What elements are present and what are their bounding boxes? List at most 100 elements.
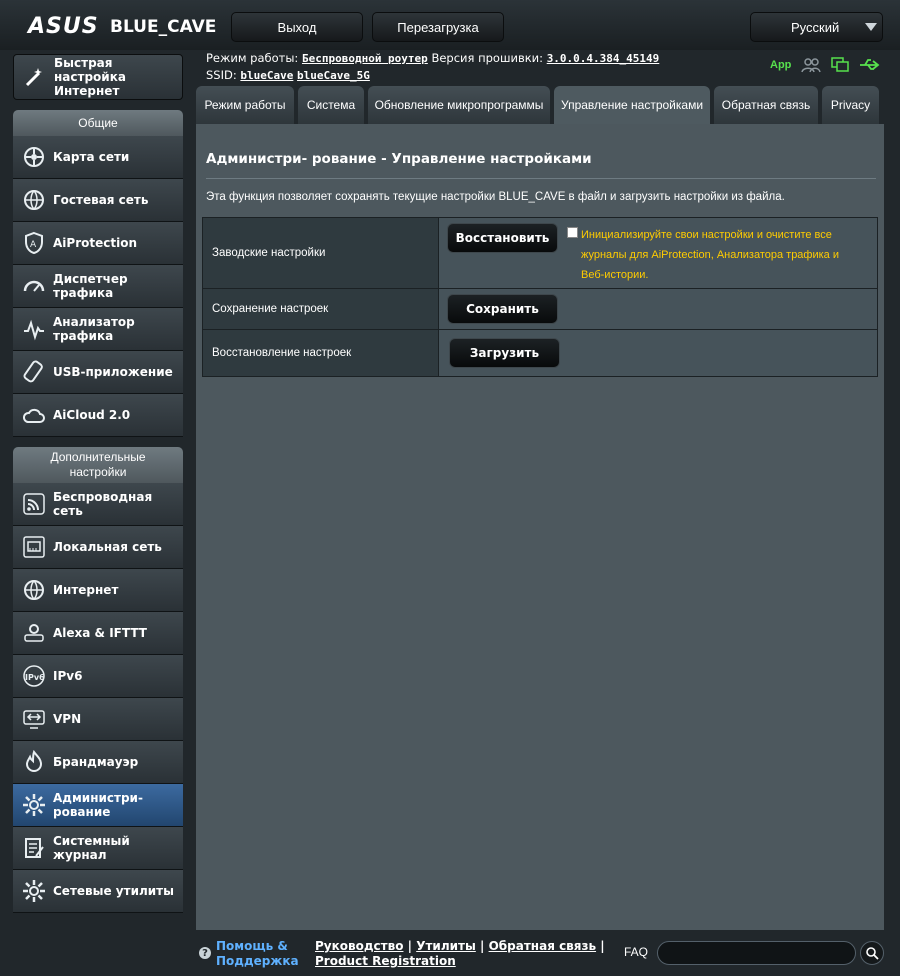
page-description: Эта функция позволяет сохранять текущие … [206, 191, 785, 203]
globe-icon [20, 576, 48, 604]
top-bar: ASUS BLUE_CAVE Выход Перезагрузка Русски… [0, 0, 900, 50]
tab-settings-management[interactable]: Управление настройками [554, 86, 710, 124]
footer-links: Руководство | Утилиты | Обратная связь |… [315, 939, 605, 968]
gauge-icon [20, 272, 48, 300]
tab-system[interactable]: Система [298, 86, 364, 124]
gear-icon [20, 791, 48, 819]
sidebar-item-usb[interactable]: USB-приложение [13, 351, 183, 394]
firmware-label: Версия прошивки: [431, 51, 544, 65]
sidebar-item-tools[interactable]: Сетевые утилиты [13, 870, 183, 913]
language-value: Русский [791, 20, 840, 35]
network-map-icon [20, 143, 48, 171]
sidebar-item-label: AiCloud 2.0 [53, 408, 131, 422]
search-button[interactable] [860, 941, 884, 965]
save-button[interactable]: Сохранить [447, 294, 558, 324]
sidebar-item-network-map[interactable]: Карта сети [13, 136, 183, 179]
settings-table: Заводские настройки Восстановить Инициал… [202, 217, 878, 377]
sidebar-item-quick-setup[interactable]: Быстрая настройка Интернет [13, 54, 183, 100]
wand-icon [21, 63, 49, 91]
upload-button[interactable]: Загрузить [449, 338, 560, 368]
help-icon: ? [199, 947, 211, 959]
sidebar-item-label: Карта сети [53, 150, 130, 164]
traffic-analyzer-icon [20, 315, 48, 343]
firmware-link[interactable]: 3.0.0.4.384_45149 [547, 52, 660, 65]
sidebar-item-label: Беспроводная сеть [53, 490, 153, 518]
sidebar-item-label: Гостевая сеть [53, 193, 149, 207]
mode-link[interactable]: Беспроводной роутер [302, 52, 428, 65]
sidebar-item-alexa[interactable]: Alexa & IFTTT [13, 612, 183, 655]
sidebar-item-cloud[interactable]: AiCloud 2.0 [13, 394, 183, 437]
section-advanced: Дополнительные настройки [13, 447, 183, 483]
sidebar-item-label: Администри- рование [53, 791, 143, 819]
sidebar-item-label: VPN [53, 712, 82, 726]
main-panel: Администри- рование - Управление настрой… [196, 124, 884, 930]
ipv6-icon: IPv6 [20, 662, 48, 690]
chevron-down-icon [865, 23, 877, 31]
ssid-label: SSID: [206, 68, 237, 82]
faq-search-input[interactable] [657, 941, 856, 965]
row-label: Заводские настройки [203, 218, 439, 288]
sidebar-item-label: AiProtection [53, 236, 137, 250]
tab-operation-mode[interactable]: Режим работы [196, 86, 294, 124]
row-label: Восстановление настроек [203, 330, 439, 376]
sidebar-item-firewall[interactable]: Брандмауэр [13, 741, 183, 784]
tab-feedback[interactable]: Обратная связь [714, 86, 818, 124]
sidebar-item-label: Интернет [53, 583, 119, 597]
sidebar-item-label: Быстрая настройка Интернет [54, 56, 126, 98]
sidebar: Быстрая настройка Интернет Общие Карта с… [13, 54, 183, 913]
sidebar-item-gauge[interactable]: Диспетчер трафика [13, 265, 183, 308]
sidebar-item-label: USB-приложение [53, 365, 173, 379]
sidebar-item-globe[interactable]: Интернет [13, 569, 183, 612]
svg-text:A: A [30, 240, 37, 250]
feedback-link[interactable]: Обратная связь [489, 939, 596, 953]
status-icons: App [770, 57, 881, 73]
clients-icon[interactable] [801, 57, 822, 73]
product-registration-link[interactable]: Product Registration [315, 954, 456, 968]
sidebar-item-guest-network[interactable]: Гостевая сеть [13, 179, 183, 222]
restore-button[interactable]: Восстановить [447, 223, 558, 253]
faq-label: FAQ [624, 945, 649, 959]
help-support-link[interactable]: Помощь & Поддержка [216, 939, 306, 969]
app-icon[interactable]: App [770, 59, 791, 71]
sidebar-item-vpn[interactable]: VPN [13, 698, 183, 741]
section-general: Общие [13, 110, 183, 136]
table-row: Заводские настройки Восстановить Инициал… [203, 218, 877, 289]
lan-icon [20, 533, 48, 561]
sidebar-item-traffic-analyzer[interactable]: Анализатор трафика [13, 308, 183, 351]
sidebar-item-lan[interactable]: Локальная сеть [13, 526, 183, 569]
svg-text:IPv6: IPv6 [25, 673, 45, 682]
manual-link[interactable]: Руководство [315, 939, 403, 953]
guest-network-icon [20, 186, 48, 214]
sidebar-item-label: Анализатор трафика [53, 315, 135, 343]
logout-button[interactable]: Выход [231, 12, 363, 42]
sidebar-item-shield[interactable]: A AiProtection [13, 222, 183, 265]
reboot-button[interactable]: Перезагрузка [372, 12, 504, 42]
initialize-checkbox[interactable] [567, 227, 578, 238]
vpn-icon [20, 705, 48, 733]
tools-icon [20, 877, 48, 905]
mode-label: Режим работы: [206, 51, 299, 65]
footer: ? Помощь & Поддержка Руководство | Утили… [196, 934, 900, 976]
usb-status-icon[interactable] [859, 57, 881, 73]
row-label: Сохранение настроек [203, 289, 439, 329]
sidebar-item-log[interactable]: Системный журнал [13, 827, 183, 870]
utilities-link[interactable]: Утилиты [416, 939, 476, 953]
usb-icon [20, 358, 48, 386]
tab-firmware-upgrade[interactable]: Обновление микропрограммы [368, 86, 550, 124]
ssid-link-1[interactable]: blueCave [240, 69, 293, 82]
sidebar-item-wireless[interactable]: Беспроводная сеть [13, 483, 183, 526]
divider [206, 178, 876, 179]
internet-status-icon[interactable] [831, 57, 850, 73]
sidebar-item-ipv6[interactable]: IPv6 IPv6 [13, 655, 183, 698]
firewall-icon [20, 748, 48, 776]
sidebar-item-gear[interactable]: Администри- рование [13, 784, 183, 827]
sidebar-item-label: Сетевые утилиты [53, 884, 174, 898]
status-info: Режим работы: Беспроводной роутер Версия… [206, 50, 659, 84]
sidebar-item-label: Alexa & IFTTT [53, 626, 147, 640]
language-select[interactable]: Русский [750, 12, 883, 42]
tab-privacy[interactable]: Privacy [822, 86, 879, 124]
page-title: Администри- рование - Управление настрой… [206, 151, 592, 167]
cloud-icon [20, 401, 48, 429]
search-icon [866, 947, 879, 960]
ssid-link-2[interactable]: blueCave_5G [297, 69, 370, 82]
